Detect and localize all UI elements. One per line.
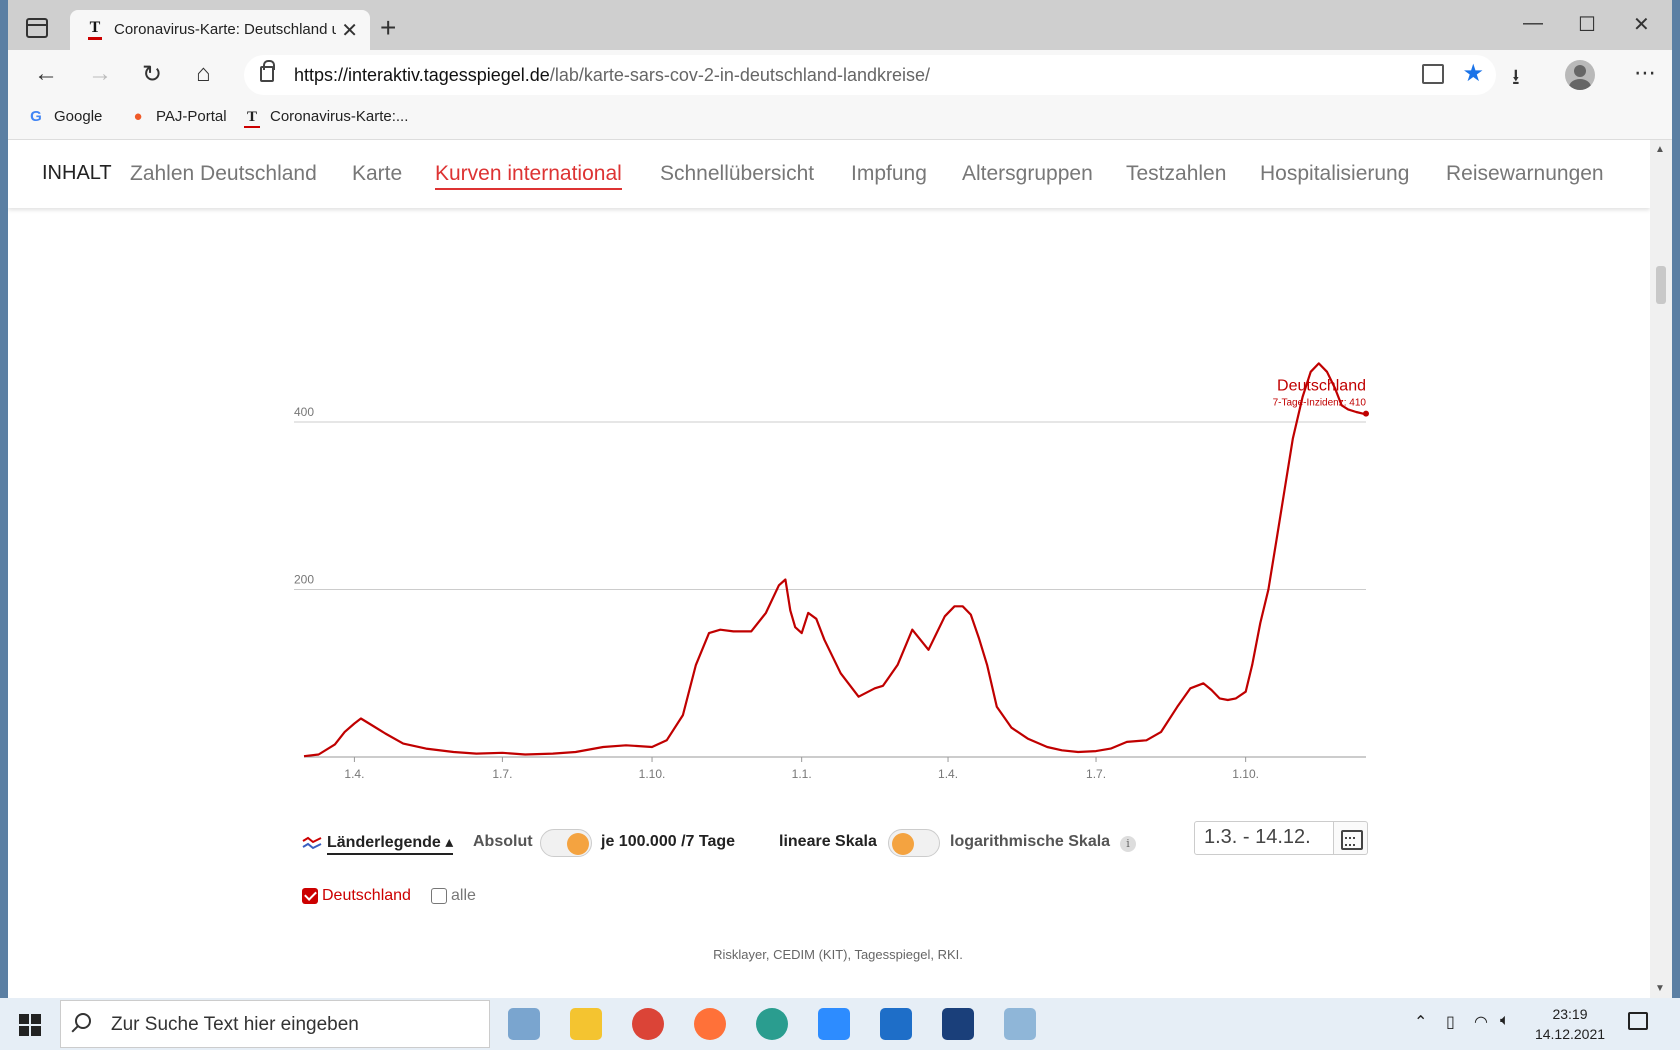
per100k-label: je 100.000 /7 Tage [601,833,736,850]
calendar-icon[interactable] [1334,821,1368,855]
series-sublabel: 7-Tage-Inzidenz: 410 [1273,398,1367,409]
x-tick-label: 1.1. [792,767,812,781]
alle-checkbox-label[interactable]: alle [451,887,476,905]
info-icon[interactable]: i [1120,836,1136,852]
bookmark-label: PAJ-Portal [156,108,227,125]
scale-toggle[interactable] [888,829,940,857]
x-tick-label: 1.10. [1232,767,1259,781]
bookmark-label: Google [54,108,103,125]
deutschland-checkbox[interactable] [302,888,318,904]
photos-icon[interactable] [942,1008,974,1040]
x-tick-label: 1.4. [938,767,958,781]
chrome-icon[interactable] [632,1008,664,1040]
incidence-chart: 200 400 1.4. 1.7. 1.10. 1.1. 1.4. 1.7. 1.10. Deut… [294,362,1369,781]
task-view-icon[interactable] [508,1008,540,1040]
refresh-icon[interactable]: ↻ [142,60,162,89]
bookmark-label: Coronavirus-Karte:... [270,108,409,125]
date-range-input[interactable]: 1.3. - 14.12. [1194,821,1334,855]
tab-title: Coronavirus-Karte: Deutschland und die W… [114,21,336,38]
zoom-icon[interactable] [818,1008,850,1040]
tab-strip: T Coronavirus-Karte: Deutschland und die… [8,0,1672,50]
notifications-icon[interactable] [1628,1012,1648,1030]
immersive-reader-icon[interactable] [1422,64,1444,84]
browser-window: T Coronavirus-Karte: Deutschland und die… [8,0,1672,998]
page-scrollbar[interactable]: ▲ ▼ [1650,140,1672,998]
address-bar[interactable]: https://interaktiv.tagesspiegel.de/lab/k… [244,55,1496,95]
lock-icon[interactable] [260,60,275,82]
scroll-down-icon[interactable]: ▼ [1655,983,1665,994]
tray-chevron-icon[interactable]: ⌃ [1414,1012,1427,1032]
close-tab-icon[interactable]: ✕ [341,18,358,43]
tab-actions-icon[interactable] [26,18,48,38]
series-end-point [1363,410,1369,417]
url-path: /lab/karte-sars-cov-2-in-deutschland-lan… [549,65,930,85]
alle-checkbox[interactable] [431,888,447,904]
series-label: Deutschland [1277,378,1366,395]
favorite-star-icon[interactable]: ★ [1462,59,1484,88]
url-text: https://interaktiv.tagesspiegel.de/lab/k… [294,65,930,86]
notes-app-icon[interactable] [1004,1008,1036,1040]
more-menu-icon[interactable]: ⋯ [1634,60,1656,86]
maximize-icon[interactable]: ☐ [1578,12,1596,37]
search-icon [75,1013,91,1029]
toggle-knob [892,833,914,855]
usb-icon[interactable]: ▯ [1446,1012,1455,1032]
scroll-thumb[interactable] [1656,266,1666,304]
volume-icon[interactable]: 🔈︎ [1500,1012,1510,1030]
bookmark-coronavirus-karte[interactable]: T Coronavirus-Karte:... [244,108,408,128]
download-icon[interactable]: ⭳ [1512,60,1520,98]
clock-date: 14.12.2021 [1534,1026,1606,1042]
y-tick-label: 200 [294,573,314,587]
linear-scale-label: lineare Skala [779,833,877,850]
taskbar-clock[interactable]: 23:19 14.12.2021 [1530,1004,1610,1044]
clock-time: 23:19 [1552,1006,1588,1022]
deutschland-checkbox-label[interactable]: Deutschland [322,887,411,905]
url-host: https://interaktiv.tagesspiegel.de [294,65,550,85]
file-explorer-icon[interactable] [570,1008,602,1040]
absolut-per100k-toggle[interactable] [540,829,592,857]
bookmarks-bar: G Google ● PAJ-Portal T Coronavirus-Karte:.… [8,100,1672,140]
firefox-icon[interactable] [694,1008,726,1040]
new-tab-icon[interactable]: + [380,12,396,44]
windows-taskbar: Zur Suche Text hier eingeben ⌃ ▯ ◠ 🔈︎ 23… [0,998,1680,1050]
windows-start-icon[interactable] [19,1014,41,1036]
source-credit: Risklayer, CEDIM (KIT), Tagesspiegel, RK… [713,947,963,962]
forward-icon[interactable]: → [88,60,112,88]
close-window-icon[interactable]: ✕ [1633,12,1650,37]
taskbar-search-box[interactable]: Zur Suche Text hier eingeben [60,1000,490,1048]
y-tick-label: 400 [294,405,314,419]
absolut-label: Absolut [473,833,533,850]
home-icon[interactable]: ⌂ [196,60,211,88]
log-scale-label: logarithmische Skala [950,833,1111,850]
x-tick-label: 1.10. [639,767,666,781]
active-tab[interactable]: T Coronavirus-Karte: Deutschland und die… [70,10,370,50]
tagesspiegel-favicon-icon: T [88,20,102,40]
x-tick-label: 1.7. [492,767,512,781]
legend-lines-icon [302,836,322,850]
x-tick-label: 1.4. [344,767,364,781]
country-legend-toggle[interactable]: Länderlegende ▴ [327,832,454,855]
search-placeholder: Zur Suche Text hier eingeben [111,1014,359,1035]
bookmark-paj-portal[interactable]: ● PAJ-Portal [130,108,227,125]
web-page: INHALT Zahlen Deutschland Karte Kurven i… [8,140,1650,998]
wifi-icon[interactable]: ◠ [1474,1012,1488,1032]
x-tick-label: 1.7. [1086,767,1106,781]
bookmark-google[interactable]: G Google [28,108,102,125]
browser-toolbar: ← → ↻ ⌂ https://interaktiv.tagesspiegel.… [8,50,1672,100]
map-pin-icon: ● [133,108,143,125]
toggle-knob [567,833,589,855]
scroll-up-icon[interactable]: ▲ [1655,144,1665,155]
minimize-icon[interactable]: ― [1523,12,1543,35]
google-icon: G [30,108,42,125]
edge-icon[interactable] [756,1008,788,1040]
tagesspiegel-icon: T [244,109,260,128]
mail-icon[interactable] [880,1008,912,1040]
back-icon[interactable]: ← [34,60,58,88]
profile-avatar[interactable] [1565,60,1595,90]
